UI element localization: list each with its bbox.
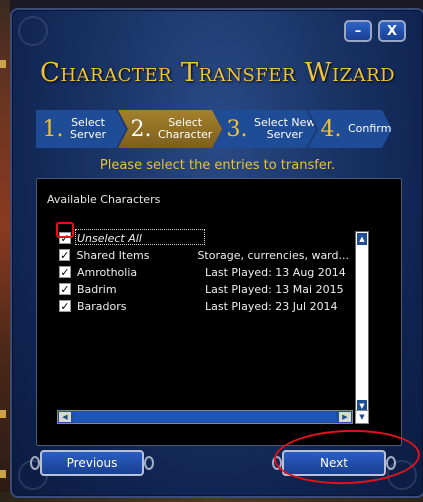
annotation-highlight-checkbox xyxy=(56,222,74,238)
list-item-name: Amrotholia xyxy=(77,265,138,279)
vertical-scrollbar[interactable]: ▲ ▼ xyxy=(355,231,369,414)
scroll-right-icon[interactable]: ▶ xyxy=(339,412,351,422)
character-list-panel: Available Characters ✓ Unselect All ✓ Sh… xyxy=(36,178,402,446)
scroll-up-icon[interactable]: ▲ xyxy=(357,233,367,245)
list-item-amrotholia[interactable]: ✓ Amrotholia Last Played: 13 Aug 2014 xyxy=(59,264,349,280)
button-ornament xyxy=(144,456,154,470)
instruction-text: Please select the entries to transfer. xyxy=(99,158,336,173)
background-ornament xyxy=(0,60,6,68)
minimize-button[interactable]: – xyxy=(344,20,372,42)
step-label: Select Character xyxy=(158,116,213,141)
dialog-title: Character Transfer Wizard xyxy=(39,58,396,88)
list-title: Available Characters xyxy=(47,193,161,206)
list-item-checkbox[interactable]: ✓ xyxy=(59,300,71,312)
list-item-checkbox[interactable]: ✓ xyxy=(59,266,71,278)
previous-button[interactable]: Previous xyxy=(30,450,154,476)
step-label: Confirm xyxy=(348,122,392,135)
list-item-checkbox[interactable]: ✓ xyxy=(59,248,71,262)
checkmark-icon: ✓ xyxy=(60,299,70,313)
horizontal-scroll-thumb[interactable] xyxy=(74,412,336,422)
background-ornament xyxy=(0,470,6,478)
list-item-info: Last Played: 13 Mai 2015 xyxy=(205,282,344,296)
button-ornament xyxy=(30,456,40,470)
step-number: 4. xyxy=(320,116,342,142)
step-select-server: 1. Select Server xyxy=(36,110,126,148)
list-item-badrim[interactable]: ✓ Badrim Last Played: 13 Mai 2015 xyxy=(59,281,349,297)
list-item-baradors[interactable]: ✓ Baradors Last Played: 23 Jul 2014 xyxy=(59,298,349,314)
previous-button-label: Previous xyxy=(66,456,118,470)
background-artwork xyxy=(0,0,10,502)
step-select-new-server: 3. Select New Server xyxy=(214,110,316,148)
close-icon: X xyxy=(386,23,398,39)
step-confirm: 4. Confirm xyxy=(308,110,392,148)
list-item-checkbox[interactable]: ✓ xyxy=(59,283,71,295)
list-item-shared-items[interactable]: ✓ Shared Items Storage, currencies, ward… xyxy=(59,247,349,263)
transfer-wizard-dialog: – X Character Transfer Wizard 1. Select S… xyxy=(10,8,423,498)
corner-ornament xyxy=(18,16,48,46)
checkmark-icon: ✓ xyxy=(60,248,70,262)
wizard-steps: 1. Select Server 2. Select Character 3. Se… xyxy=(36,110,392,148)
close-button[interactable]: X xyxy=(378,20,406,42)
step-number: 3. xyxy=(226,116,248,142)
step-label: Select Server xyxy=(70,116,107,141)
step-label: Select New Server xyxy=(254,116,316,141)
list-item-name: Badrim xyxy=(77,282,117,296)
unselect-all-label: Unselect All xyxy=(77,231,142,245)
checkmark-icon: ✓ xyxy=(60,265,70,279)
step-number: 2. xyxy=(130,116,152,142)
background-ornament xyxy=(0,410,6,418)
step-select-character: 2. Select Character xyxy=(118,110,222,148)
scroll-left-icon[interactable]: ◀ xyxy=(59,412,71,422)
list-item-info: Last Played: 23 Jul 2014 xyxy=(205,299,338,313)
list-item-name: Shared Items xyxy=(76,248,150,262)
checkmark-icon: ✓ xyxy=(60,282,70,296)
scroll-corner-down-icon[interactable]: ▼ xyxy=(355,410,369,424)
minimize-icon: – xyxy=(354,23,362,39)
step-number: 1. xyxy=(42,116,64,142)
list-item-name: Baradors xyxy=(77,299,127,313)
list-item-info: Storage, currencies, ward... xyxy=(197,248,349,262)
unselect-all-row[interactable]: ✓ Unselect All xyxy=(59,230,349,246)
list-item-info: Last Played: 13 Aug 2014 xyxy=(205,265,346,279)
horizontal-scrollbar[interactable]: ◀ ▶ xyxy=(57,410,353,424)
